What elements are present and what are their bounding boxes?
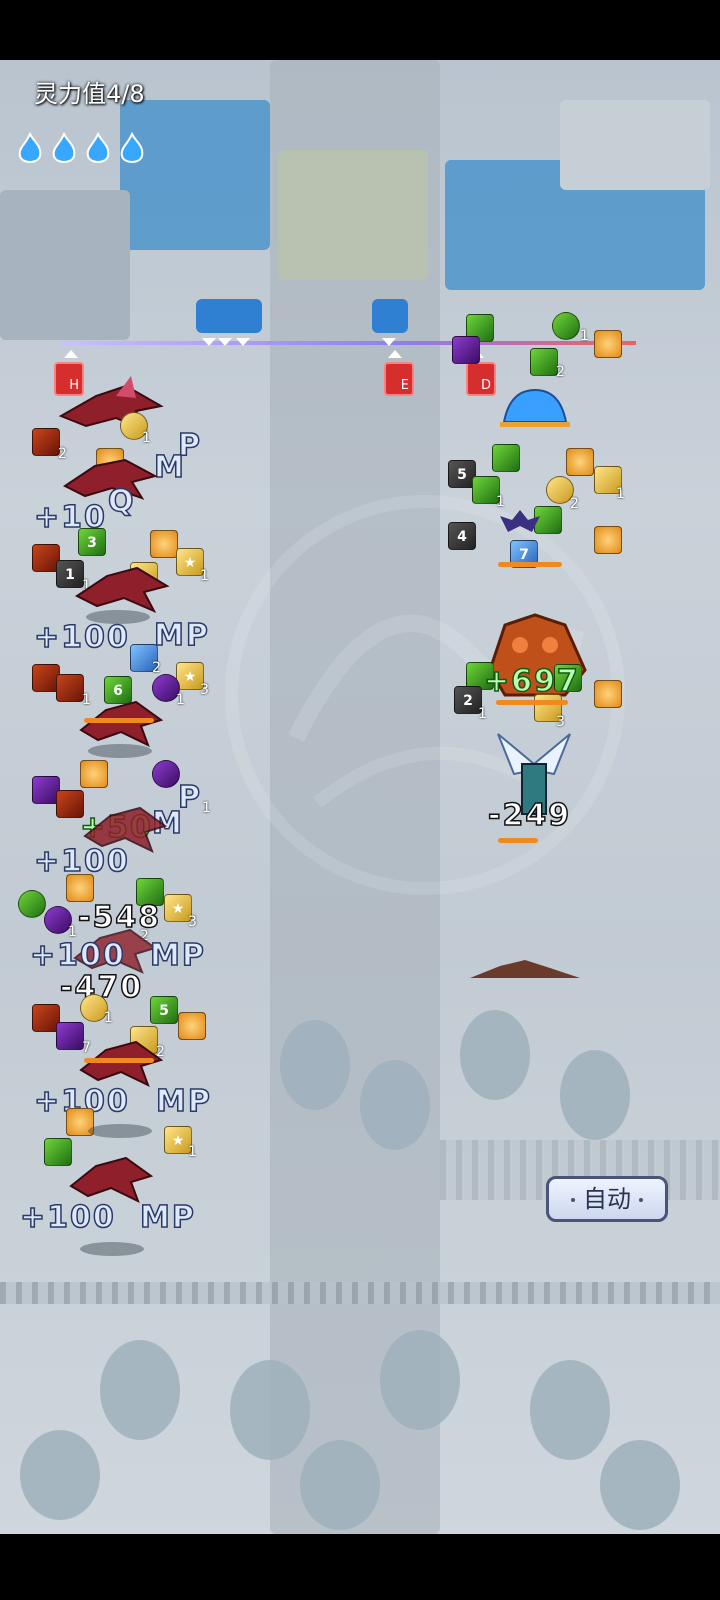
- flame-icon: [18, 132, 42, 163]
- decor-dot: [639, 1198, 643, 1202]
- damage-text: -249: [487, 797, 572, 834]
- mp-text: MP: [139, 1199, 196, 1236]
- timeline-marker: [218, 338, 232, 346]
- buff-icon: [178, 1012, 206, 1040]
- buff-count: 2: [556, 364, 565, 380]
- turn-timeline: [62, 341, 636, 345]
- timeline-marker: [382, 338, 396, 346]
- house-roof: [560, 100, 710, 190]
- top-black-bar: [0, 0, 720, 60]
- buff-count: 2: [152, 660, 161, 676]
- buff-count: 2: [570, 496, 579, 512]
- mp-gain-text: +100: [29, 937, 126, 974]
- buff-icon: [66, 874, 94, 902]
- buff-count: 1: [142, 430, 151, 446]
- purple-bat-monster: [500, 510, 540, 532]
- decor-dot: [571, 1198, 575, 1202]
- flame-icon: [86, 132, 110, 163]
- hp-bar: [498, 562, 562, 567]
- buff-count: 1: [580, 328, 589, 344]
- hp-bar: [84, 718, 154, 723]
- mp-text: MP: [153, 617, 210, 654]
- mp-text: Q: [107, 483, 136, 520]
- snow-tree: [20, 1430, 100, 1520]
- buff-icon: 5: [150, 996, 178, 1024]
- fence: [0, 1282, 720, 1304]
- hp-bar: [84, 1058, 154, 1063]
- buff-icon: [552, 312, 580, 340]
- snow-tree: [300, 1440, 380, 1530]
- hp-bar: [496, 700, 568, 705]
- buff-count: 3: [188, 914, 197, 930]
- blue-slime-monster: [500, 388, 570, 427]
- buff-icon: [150, 530, 178, 558]
- buff-count: 1: [104, 1010, 113, 1026]
- fallen-unit: [470, 960, 580, 978]
- buff-count: 1: [200, 568, 209, 584]
- buff-icon: [32, 428, 60, 456]
- timeline-enemy-e: E: [384, 362, 414, 396]
- buff-icon: [152, 760, 180, 788]
- buff-count: 1: [202, 800, 211, 816]
- buff-icon: [566, 448, 594, 476]
- buff-icon: [452, 336, 480, 364]
- bottom-black-bar: [0, 1534, 720, 1600]
- buff-icon: [80, 760, 108, 788]
- hp-bar: [498, 838, 538, 843]
- water-pool: [120, 100, 270, 250]
- snow-tree: [530, 1360, 610, 1460]
- timeline-ally-portrait: [372, 299, 408, 333]
- buff-icon: [594, 680, 622, 708]
- unit-shadow: [88, 744, 152, 758]
- buff-count: 1: [478, 706, 487, 722]
- timeline-marker: [64, 350, 78, 358]
- house-roof: [0, 190, 130, 340]
- snow-tree: [100, 1340, 180, 1440]
- buff-icon: 4: [448, 522, 476, 550]
- mp-gain-text: +100: [19, 1199, 116, 1236]
- timeline-marker: [388, 350, 402, 358]
- auto-battle-button[interactable]: 自动: [546, 1176, 668, 1222]
- unit-shadow: [80, 1242, 144, 1256]
- timeline-marker: [202, 338, 216, 346]
- snow-tree: [360, 1060, 430, 1150]
- snow-tree: [230, 1360, 310, 1460]
- buff-count: 1: [616, 486, 625, 502]
- unit-shadow: [88, 1124, 152, 1138]
- buff-icon: [594, 330, 622, 358]
- buff-icon: [594, 526, 622, 554]
- snow-tree: [280, 1020, 350, 1110]
- timeline-marker: [236, 338, 250, 346]
- mp-text: MP: [155, 1083, 212, 1120]
- mp-text: MP: [149, 937, 206, 974]
- auto-battle-label: 自动: [583, 1185, 631, 1213]
- mp-gain-text: +100: [33, 619, 130, 656]
- heal-text: +697: [483, 663, 580, 700]
- spirit-points-label: 灵力值4/8: [34, 80, 145, 108]
- snow-tree: [600, 1440, 680, 1530]
- timeline-enemy-d: D: [466, 362, 496, 396]
- flame-icon: [120, 132, 144, 163]
- buff-icon: [492, 444, 520, 472]
- snow-tree: [560, 1050, 630, 1140]
- buff-icon: [18, 890, 46, 918]
- buff-count: 3: [200, 682, 209, 698]
- flame-icon: [52, 132, 76, 163]
- red-dragon-monster: [75, 566, 170, 614]
- timeline-ally-portrait: [196, 299, 262, 333]
- red-dragon-monster: [69, 1156, 154, 1203]
- buff-icon: 3: [78, 528, 106, 556]
- snow-tree: [380, 1330, 460, 1430]
- buff-count: 1: [188, 1144, 197, 1160]
- buff-icon: [530, 348, 558, 376]
- buff-count: 1: [176, 692, 185, 708]
- red-dragon-monster: [58, 376, 164, 434]
- grass-patch: [278, 150, 428, 280]
- snow-tree: [460, 1010, 530, 1100]
